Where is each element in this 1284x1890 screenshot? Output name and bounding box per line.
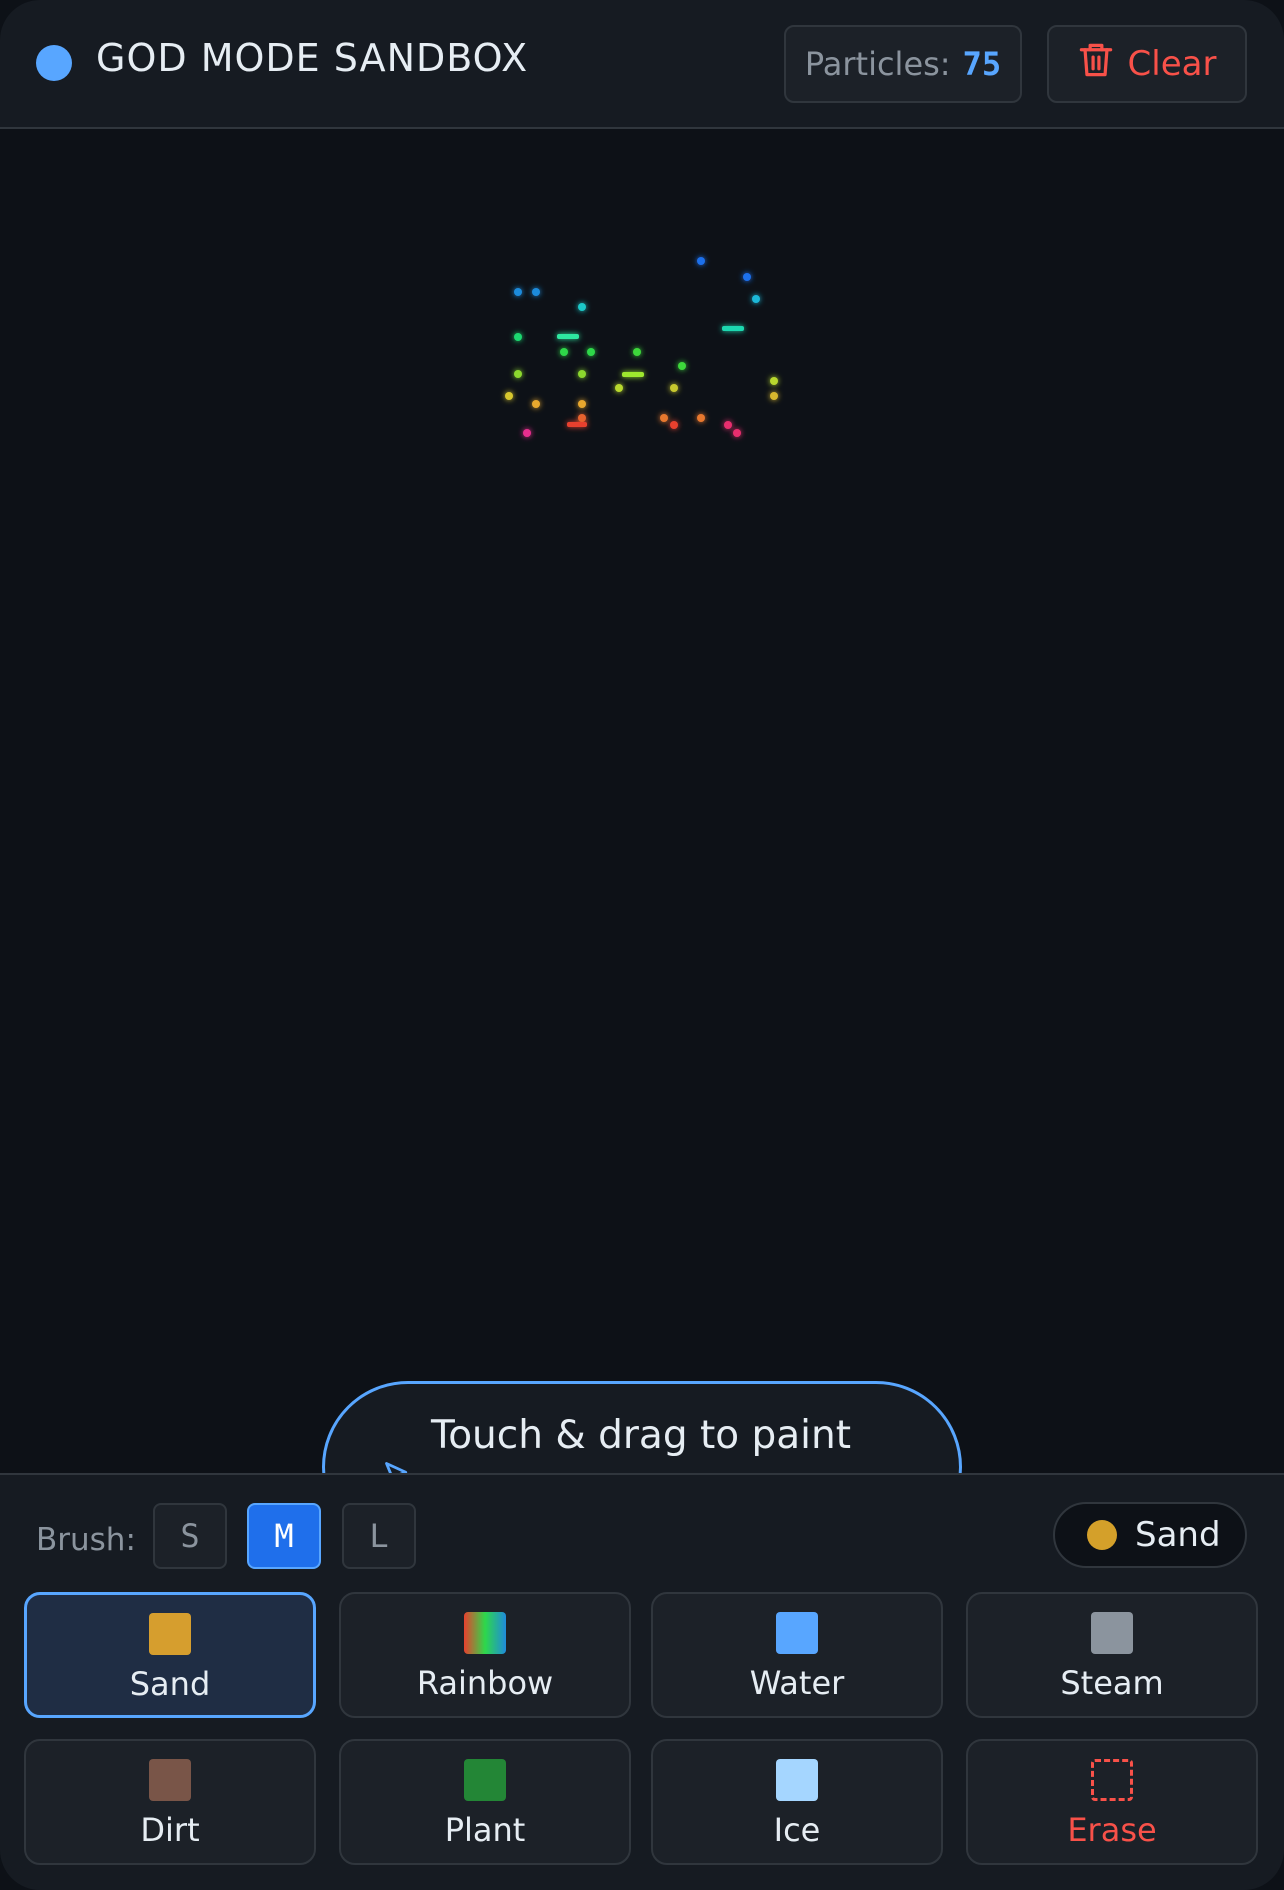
- particle: [622, 372, 644, 377]
- water-swatch-icon: [776, 1612, 818, 1654]
- particle: [514, 288, 522, 296]
- element-dirt-button[interactable]: Dirt: [24, 1739, 316, 1865]
- particle: [578, 400, 586, 408]
- particle: [660, 414, 668, 422]
- element-rainbow-button[interactable]: Rainbow: [339, 1592, 631, 1718]
- particle: [670, 384, 678, 392]
- element-label: Water: [749, 1664, 845, 1702]
- particles-count: 75: [962, 45, 1002, 83]
- particle: [770, 392, 778, 400]
- ice-swatch-icon: [776, 1759, 818, 1801]
- app-window: GOD MODE SANDBOX Particles: 75 Clear Tou…: [0, 0, 1284, 1890]
- element-plant-button[interactable]: Plant: [339, 1739, 631, 1865]
- particle: [560, 348, 568, 356]
- particle: [505, 392, 513, 400]
- particle: [770, 377, 778, 385]
- particle: [523, 429, 531, 437]
- particle: [752, 295, 760, 303]
- particle: [670, 421, 678, 429]
- current-element-color: [1087, 1520, 1117, 1550]
- sandbox-canvas[interactable]: Touch & drag to paint elements: [0, 129, 1284, 1553]
- particle: [514, 370, 522, 378]
- particle: [514, 333, 522, 341]
- particle: [557, 334, 579, 339]
- brush-size-small[interactable]: S: [153, 1503, 227, 1569]
- element-steam-button[interactable]: Steam: [966, 1592, 1258, 1718]
- clear-button[interactable]: Clear: [1047, 25, 1247, 103]
- header: GOD MODE SANDBOX Particles: 75 Clear: [0, 0, 1284, 129]
- sand-swatch-icon: [149, 1613, 191, 1655]
- element-label: Ice: [773, 1811, 821, 1849]
- element-toolbar: Brush: S M L Sand Sand Rainbow Water Ste…: [0, 1473, 1284, 1890]
- particle-layer: [505, 257, 778, 437]
- brush-size-large[interactable]: L: [342, 1503, 416, 1569]
- element-label: Plant: [444, 1811, 526, 1849]
- element-sand-button[interactable]: Sand: [24, 1592, 316, 1718]
- particle: [633, 348, 641, 356]
- element-label: Dirt: [140, 1811, 200, 1849]
- particle: [532, 288, 540, 296]
- element-erase-button[interactable]: Erase: [966, 1739, 1258, 1865]
- current-element-indicator: Sand: [1053, 1502, 1247, 1568]
- particle: [722, 326, 744, 331]
- particles-label: Particles:: [804, 45, 951, 83]
- particle: [578, 303, 586, 311]
- particle: [697, 414, 705, 422]
- element-label: Sand: [129, 1665, 211, 1703]
- dirt-swatch-icon: [149, 1759, 191, 1801]
- particle-counter: Particles: 75: [784, 25, 1022, 103]
- element-water-button[interactable]: Water: [651, 1592, 943, 1718]
- erase-dashed-square-icon: [1091, 1759, 1133, 1801]
- particle: [743, 273, 751, 281]
- particle: [733, 429, 741, 437]
- particle: [615, 384, 623, 392]
- element-ice-button[interactable]: Ice: [651, 1739, 943, 1865]
- particle: [678, 362, 686, 370]
- particle: [578, 414, 586, 422]
- particle: [587, 348, 595, 356]
- particle: [697, 257, 705, 265]
- particle: [724, 421, 732, 429]
- element-label: Rainbow: [416, 1664, 554, 1702]
- element-label: Erase: [1067, 1811, 1157, 1849]
- brush-size-medium[interactable]: M: [247, 1503, 321, 1569]
- brush-label: Brush:: [36, 1522, 136, 1558]
- trash-icon: [1078, 41, 1114, 88]
- plant-swatch-icon: [464, 1759, 506, 1801]
- element-label: Steam: [1060, 1664, 1164, 1702]
- particle: [567, 422, 587, 427]
- current-element-label: Sand: [1135, 1515, 1221, 1555]
- particle: [578, 370, 586, 378]
- particle: [532, 400, 540, 408]
- clear-label: Clear: [1127, 44, 1217, 84]
- steam-swatch-icon: [1091, 1612, 1133, 1654]
- rainbow-swatch-icon: [464, 1612, 506, 1654]
- page-title: GOD MODE SANDBOX: [96, 36, 529, 80]
- status-indicator: [36, 45, 72, 81]
